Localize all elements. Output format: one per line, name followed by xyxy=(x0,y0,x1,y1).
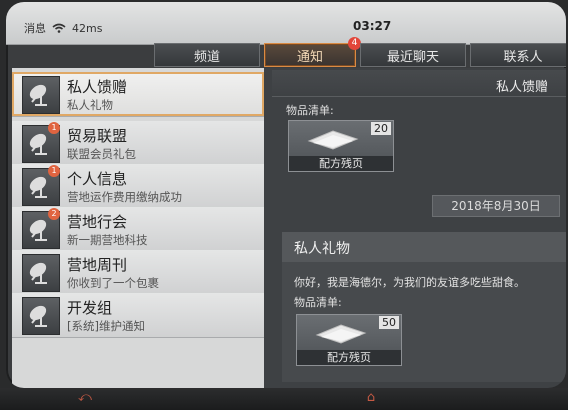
tab-channel-label: 频道 xyxy=(193,49,220,65)
message-detail-panel: 私人馈赠 物品清单: 20 配方残页 2018年8月30日 私人礼物 你好，我是… xyxy=(264,68,566,388)
wifi-icon xyxy=(52,23,66,33)
message-card: 私人礼物 你好，我是海德尔，为我们的友谊多吃些甜食。 物品清单: 50 配方残页 xyxy=(282,232,566,382)
tab-contacts-label: 联系人 xyxy=(503,49,543,65)
list-item-personal-info[interactable]: 1 个人信息 营地运作费用缴纳成功 xyxy=(12,164,264,209)
list-item-trade-alliance[interactable]: 1 贸易联盟 联盟会员礼包 xyxy=(12,121,264,166)
unread-badge: 1 xyxy=(48,165,60,177)
list-item-title: 贸易联盟 xyxy=(67,127,128,145)
list-item-title: 个人信息 xyxy=(67,170,128,188)
list-item-subtitle: 私人礼物 xyxy=(67,98,113,112)
items-label: 物品清单: xyxy=(286,104,334,117)
unread-badge: 2 xyxy=(48,208,60,220)
list-item-dev-team[interactable]: 开发组 [系统]维护通知 xyxy=(12,293,264,338)
items-label: 物品清单: xyxy=(294,296,342,309)
tab-bar: 频道 通知 4 最近聊天 联系人 xyxy=(154,37,566,67)
list-item-subtitle: 营地运作费用缴纳成功 xyxy=(67,190,182,204)
detail-header: 私人馈赠 xyxy=(272,70,566,97)
satellite-dish-icon xyxy=(22,297,60,335)
unread-badge: 1 xyxy=(48,122,60,134)
list-item-private-gift[interactable]: 私人馈赠 私人礼物 xyxy=(12,72,264,117)
back-icon[interactable]: ⤺ xyxy=(74,391,96,405)
message-card-header: 私人礼物 xyxy=(282,232,566,262)
tab-notifications-label: 通知 xyxy=(296,49,323,65)
notification-list: 私人馈赠 私人礼物 1 贸易联盟 联盟会员礼包 1 个人信息 营地运作费用缴纳成… xyxy=(12,68,264,388)
list-item-title: 私人馈赠 xyxy=(67,78,128,96)
message-card-title: 私人礼物 xyxy=(294,241,350,257)
satellite-dish-icon xyxy=(22,76,60,114)
date-divider: 2018年8月30日 xyxy=(432,195,560,217)
list-item-title: 开发组 xyxy=(67,299,113,317)
tab-notifications[interactable]: 通知 4 xyxy=(264,37,361,67)
item-quantity: 50 xyxy=(379,316,399,329)
list-item-title: 营地周刊 xyxy=(67,256,128,274)
list-item-camp-weekly[interactable]: 营地周刊 你收到了一个包裹 xyxy=(12,250,264,295)
item-name: 配方残页 xyxy=(297,350,401,365)
detail-title: 私人馈赠 xyxy=(495,80,548,95)
list-item-title: 营地行会 xyxy=(67,213,128,231)
status-time: 03:27 xyxy=(353,19,392,33)
item-quantity: 20 xyxy=(371,122,391,135)
recipe-page-icon xyxy=(315,324,367,344)
item-card-recipe-fragment[interactable]: 50 配方残页 xyxy=(296,314,402,366)
list-item-subtitle: [系统]维护通知 xyxy=(67,319,145,333)
list-item-subtitle: 新一期营地科技 xyxy=(67,233,148,247)
item-card-recipe-fragment[interactable]: 20 配方残页 xyxy=(288,120,394,172)
tab-recent-chats-label: 最近聊天 xyxy=(386,49,439,65)
message-body: 你好，我是海德尔，为我们的友谊多吃些甜食。 xyxy=(294,276,525,289)
recipe-page-icon xyxy=(307,130,359,150)
device-bezel: ⤺ ⌂ xyxy=(0,388,568,410)
status-speed: 42ms xyxy=(72,21,103,35)
list-item-subtitle: 你收到了一个包裹 xyxy=(67,276,159,290)
tab-recent-chats[interactable]: 最近聊天 xyxy=(360,43,466,67)
list-item-camp-guild[interactable]: 2 营地行会 新一期营地科技 xyxy=(12,207,264,252)
satellite-dish-icon xyxy=(22,254,60,292)
status-left: 消息 42ms xyxy=(24,20,102,36)
item-name: 配方残页 xyxy=(289,156,393,171)
home-icon[interactable]: ⌂ xyxy=(360,391,382,405)
tab-contacts[interactable]: 联系人 xyxy=(470,43,566,67)
app-frame: 消息 42ms 03:27 频道 通知 4 最近聊天 联系人 私人馈赠 私人礼物 xyxy=(6,2,566,388)
status-bar: 消息 42ms 03:27 xyxy=(6,2,566,45)
tab-channel[interactable]: 频道 xyxy=(154,43,260,67)
status-carrier: 消息 xyxy=(24,22,46,35)
list-item-subtitle: 联盟会员礼包 xyxy=(67,147,136,161)
